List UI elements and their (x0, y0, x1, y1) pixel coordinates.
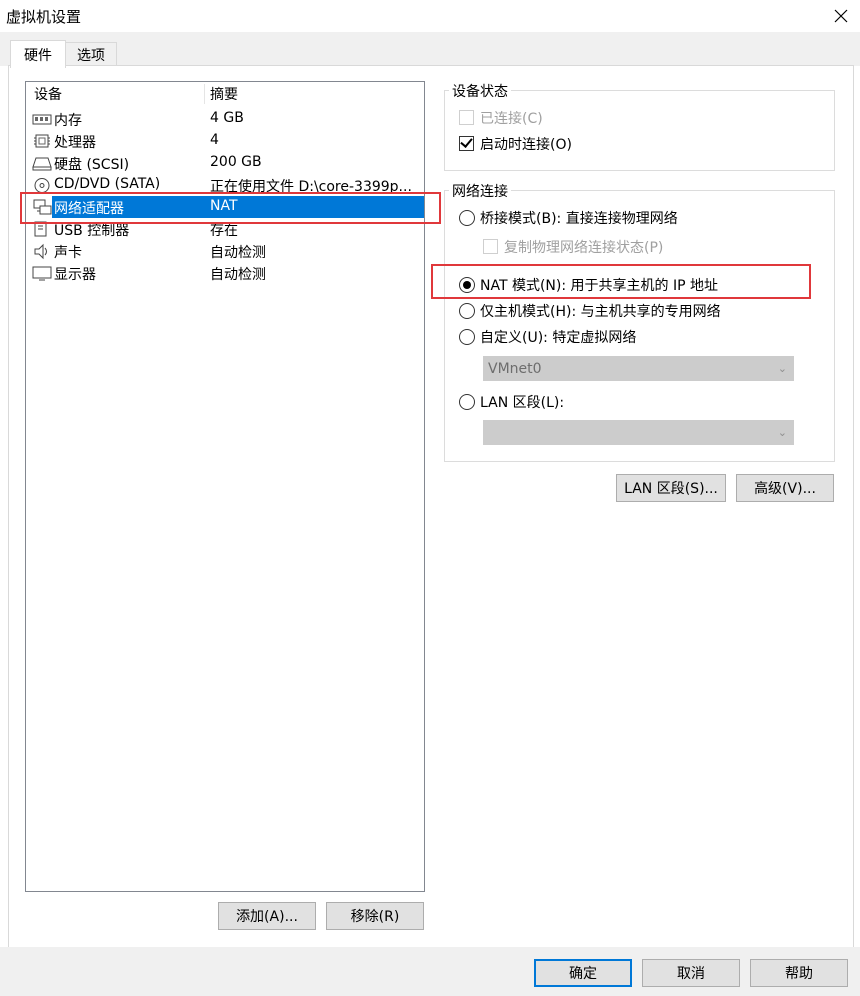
tab-strip: 硬件 选项 (0, 32, 860, 68)
tab-options-label: 选项 (77, 48, 105, 64)
column-header-summary[interactable]: 摘要 (210, 82, 238, 106)
device-summary: 自动检测 (210, 267, 266, 283)
column-header-device[interactable]: 设备 (34, 82, 62, 106)
lan-segment-select[interactable]: ⌄ (483, 420, 794, 445)
device-row-memory[interactable]: 内存 4 GB (26, 108, 424, 130)
device-summary: 4 (210, 132, 219, 148)
advanced-button[interactable]: 高级(V)... (736, 474, 834, 502)
speaker-icon (34, 243, 47, 260)
host-only-label: 仅主机模式(H): 与主机共享的专用网络 (480, 304, 721, 320)
nat-label: NAT 模式(N): 用于共享主机的 IP 地址 (480, 278, 718, 294)
device-row-hard-disk[interactable]: 硬盘 (SCSI) 200 GB (26, 152, 424, 174)
nat-radio[interactable] (459, 277, 475, 293)
custom-label: 自定义(U): 特定虚拟网络 (480, 330, 637, 346)
monitor-icon (32, 266, 52, 281)
custom-network-select[interactable]: VMnet0 ⌄ (483, 356, 794, 381)
cpu-icon (34, 134, 50, 148)
connected-checkbox[interactable] (459, 110, 474, 125)
radio-dot-icon (463, 281, 471, 289)
connect-at-power-on-label: 启动时连接(O) (480, 137, 572, 153)
device-summary: 200 GB (210, 154, 262, 170)
device-name: CD/DVD (SATA) (54, 176, 161, 192)
add-device-button[interactable]: 添加(A)... (218, 902, 316, 930)
replicate-state-checkbox[interactable] (483, 239, 498, 254)
custom-network-value: VMnet0 (488, 361, 542, 377)
highlight-box-network-adapter (20, 192, 441, 224)
chevron-down-icon: ⌄ (777, 426, 787, 439)
replicate-state-label: 复制物理网络连接状态(P) (504, 240, 664, 256)
device-name: 内存 (54, 113, 82, 129)
hard-disk-icon (32, 157, 52, 171)
lan-segments-button[interactable]: LAN 区段(S)... (616, 474, 726, 502)
checkmark-icon (460, 135, 473, 148)
close-button[interactable] (822, 0, 860, 32)
help-button[interactable]: 帮助 (750, 959, 848, 987)
device-row-display[interactable]: 显示器 自动检测 (26, 262, 424, 284)
connect-at-power-on-checkbox[interactable] (459, 135, 474, 151)
device-status-title: 设备状态 (449, 81, 511, 101)
lan-segment-label: LAN 区段(L): (480, 395, 565, 411)
lan-segment-radio[interactable] (459, 394, 475, 410)
remove-device-button[interactable]: 移除(R) (326, 902, 424, 930)
device-status-group (444, 90, 835, 171)
dialog-footer: 确定 取消 帮助 (0, 947, 860, 996)
device-row-sound-card[interactable]: 声卡 自动检测 (26, 240, 424, 262)
device-summary: 自动检测 (210, 245, 266, 261)
close-icon (834, 9, 848, 23)
custom-radio[interactable] (459, 329, 475, 345)
tab-options[interactable]: 选项 (65, 42, 117, 67)
bridged-radio[interactable] (459, 210, 475, 226)
device-row-processor[interactable]: 处理器 4 (26, 130, 424, 152)
title-bar: 虚拟机设置 (0, 0, 860, 32)
device-name: 显示器 (54, 267, 96, 283)
network-connection-title: 网络连接 (449, 181, 511, 201)
bridged-label: 桥接模式(B): 直接连接物理网络 (480, 211, 678, 227)
device-summary: 4 GB (210, 110, 244, 126)
device-name: 处理器 (54, 135, 96, 151)
chevron-down-icon: ⌄ (777, 362, 787, 375)
memory-icon (32, 114, 52, 125)
device-name: 声卡 (54, 245, 82, 261)
connected-label: 已连接(C) (480, 111, 543, 127)
ok-button[interactable]: 确定 (534, 959, 632, 987)
tab-hardware-label: 硬件 (24, 47, 52, 64)
cancel-button[interactable]: 取消 (642, 959, 740, 987)
host-only-radio[interactable] (459, 303, 475, 319)
window-title: 虚拟机设置 (6, 8, 82, 26)
device-name: 硬盘 (SCSI) (54, 157, 130, 173)
column-divider (204, 84, 205, 104)
tab-hardware[interactable]: 硬件 (10, 40, 66, 68)
